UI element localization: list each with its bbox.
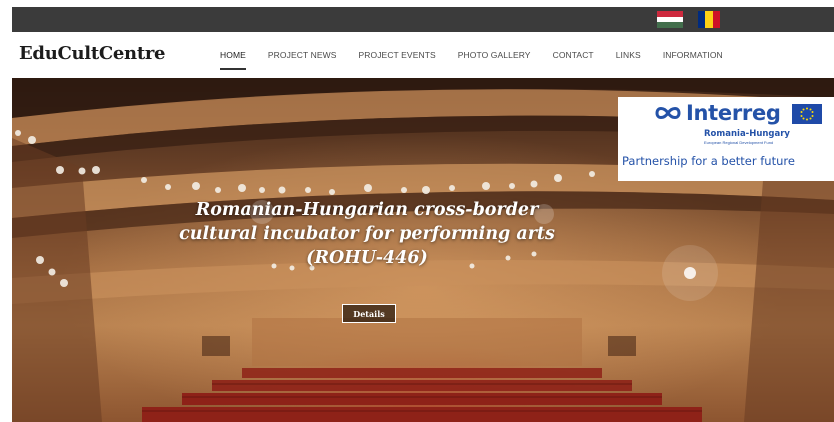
nav-item-project-events[interactable]: PROJECT EVENTS	[358, 44, 435, 66]
interreg-program: Romania-Hungary	[704, 129, 790, 139]
nav-item-photo-gallery[interactable]: PHOTO GALLERY	[458, 44, 531, 66]
main-navbar: EduCultCentre HOME PROJECT NEWS PROJECT …	[12, 32, 834, 78]
hero-title: Romanian-Hungarian cross-border cultural…	[172, 198, 562, 270]
details-button[interactable]: Details	[342, 304, 396, 323]
site-logo[interactable]: EduCultCentre	[19, 43, 165, 64]
romania-flag-icon[interactable]	[698, 11, 720, 28]
page-frame: EduCultCentre HOME PROJECT NEWS PROJECT …	[12, 7, 834, 422]
hero-title-line-2: cultural incubator for performing arts	[179, 224, 555, 244]
interreg-wordmark: Interreg	[686, 101, 781, 125]
interreg-infinity-icon	[655, 107, 681, 119]
interreg-fund: European Regional Development Fund	[704, 140, 774, 145]
top-bar	[12, 7, 834, 32]
hero-title-line-1: Romanian-Hungarian cross-border	[195, 200, 539, 220]
interreg-badge[interactable]: Interreg Romania-Hungary European Region…	[618, 97, 834, 181]
hero-title-line-3: (ROHU-446)	[306, 248, 428, 268]
nav-item-project-news[interactable]: PROJECT NEWS	[268, 44, 337, 66]
hungary-flag-icon[interactable]	[657, 11, 683, 29]
main-menu: HOME PROJECT NEWS PROJECT EVENTS PHOTO G…	[220, 32, 745, 78]
eu-flag-icon	[792, 104, 822, 124]
nav-item-information[interactable]: INFORMATION	[663, 44, 723, 66]
nav-item-home[interactable]: HOME	[220, 44, 246, 70]
nav-item-links[interactable]: LINKS	[616, 44, 641, 66]
interreg-slogan: Partnership for a better future	[622, 154, 795, 168]
nav-item-contact[interactable]: CONTACT	[553, 44, 594, 66]
